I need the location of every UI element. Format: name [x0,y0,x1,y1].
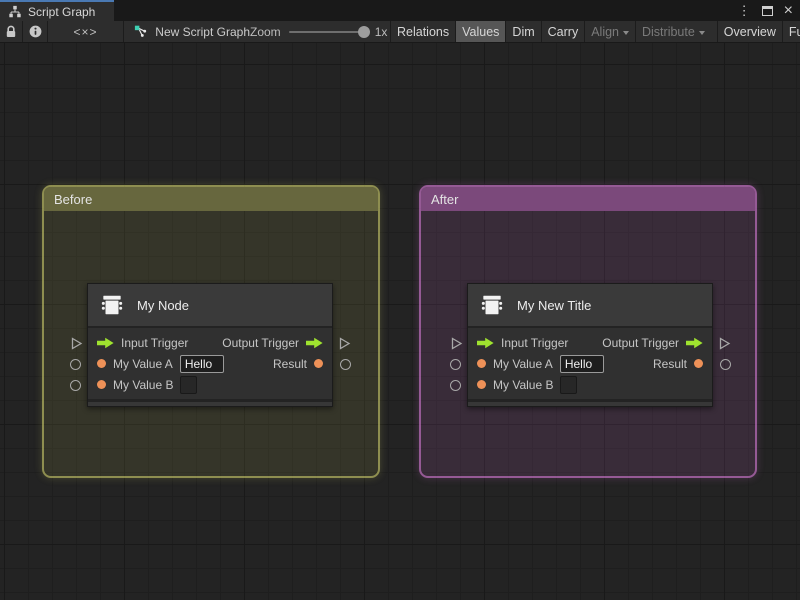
port-label: Input Trigger [121,335,189,350]
flow-arrow-icon[interactable] [477,337,494,349]
value-dot-icon[interactable] [97,380,106,389]
script-graph-icon [134,25,147,37]
value-dot-icon[interactable] [477,359,486,368]
port-label: Input Trigger [501,335,569,350]
value-b-input[interactable] [180,375,198,394]
toolbar-button-relations[interactable]: Relations [390,21,455,42]
info-button[interactable] [23,21,48,42]
flow-port-triangle-icon [451,337,463,350]
value-output-port-result[interactable] [720,359,731,370]
tab-label: Script Graph [28,4,96,19]
value-dot-icon[interactable] [314,359,323,368]
port-label: Result [652,356,687,371]
window-controls: ⋮ × [738,0,793,21]
group-after-header[interactable]: After [421,187,755,211]
value-dot-icon[interactable] [97,359,106,368]
port-row-value-b: My Value B [468,374,712,395]
flow-arrow-icon[interactable] [686,337,703,349]
node-port-area: Input Trigger Output Trigger My Value A … [88,328,332,399]
toolbar-button-dim[interactable]: Dim [505,21,540,42]
node-header[interactable]: My Node [88,284,332,328]
port-label: Result [272,356,307,371]
value-input-port-a[interactable] [450,359,461,370]
node-box[interactable]: My Node Input Trigger Output Trigger My … [87,283,333,407]
toolbar-button-align[interactable]: Align [584,21,635,42]
port-row-trigger: Input Trigger Output Trigger [88,332,332,353]
flow-input-port[interactable] [70,337,83,355]
toolbar-button-carry[interactable]: Carry [540,21,585,42]
flow-output-port[interactable] [718,337,731,355]
node-port-area: Input Trigger Output Trigger My Value A … [468,328,712,399]
value-dot-icon[interactable] [477,380,486,389]
node-box[interactable]: My New Title Input Trigger Output Trigge… [467,283,713,407]
toolbar-button-overview[interactable]: Overview [716,21,782,42]
zoom-label: Zoom [250,24,281,39]
port-label: My Value A [493,356,553,371]
value-a-input[interactable] [179,354,224,373]
toolbar-button-full-screen[interactable]: Full Screen [781,21,800,42]
close-icon[interactable]: × [784,2,793,19]
flow-port-triangle-icon [71,337,83,350]
group-before-header[interactable]: Before [44,187,378,211]
value-a-input[interactable] [559,354,604,373]
unit-node-icon [481,295,503,315]
port-row-value-a: My Value A Result [468,353,712,374]
menu-icon[interactable]: ⋮ [738,4,751,17]
port-label: My Value A [113,356,173,371]
unity-script-graph-window: Script Graph ⋮ × <×> New Script Graph Zo… [0,0,800,600]
info-icon [29,25,41,38]
port-label: Output Trigger [222,335,299,350]
value-dot-icon[interactable] [694,359,703,368]
value-b-input[interactable] [560,375,578,394]
zoom-slider-handle[interactable] [357,25,370,38]
port-row-trigger: Input Trigger Output Trigger [468,332,712,353]
group-title: After [431,191,459,207]
node-title: My Node [137,297,190,313]
zoom-value: 1x [374,24,388,39]
graph-title[interactable]: New Script Graph [124,21,250,42]
flow-arrow-icon[interactable] [306,337,323,349]
toolbar-button-distribute[interactable]: Distribute [635,21,711,42]
node-header[interactable]: My New Title [468,284,712,328]
lock-button[interactable] [0,21,23,42]
port-label: My Value B [113,377,174,392]
flow-arrow-icon[interactable] [97,337,114,349]
flow-port-triangle-icon [719,337,731,350]
port-row-value-a: My Value A Result [88,353,332,374]
port-label: My Value B [493,377,554,392]
graph-name-label: New Script Graph [155,24,250,39]
graph-canvas[interactable]: Before After My Node Input Trigger Outpu… [0,43,800,600]
node-footer [468,399,712,406]
zoom-control: Zoom 1x [250,21,390,42]
maximize-icon[interactable] [761,5,773,16]
code-icon: <×> [73,24,98,39]
node-my-new-title[interactable]: My New Title Input Trigger Output Trigge… [450,283,731,407]
graph-hierarchy-icon [9,5,21,17]
node-footer [88,399,332,406]
chevron-down-icon [698,30,705,35]
port-row-value-b: My Value B [88,374,332,395]
port-label: Output Trigger [602,335,679,350]
node-my-node[interactable]: My Node Input Trigger Output Trigger My … [70,283,351,407]
flow-port-triangle-icon [339,337,351,350]
toolbar-right-buttons: Relations Values Dim Carry Align Distrib… [390,21,800,42]
zoom-slider[interactable] [288,25,370,38]
group-title: Before [54,191,93,207]
graph-toolbar: <×> New Script Graph Zoom 1x Relations V… [0,21,800,43]
flow-output-port[interactable] [338,337,351,355]
tab-script-graph[interactable]: Script Graph [0,0,114,21]
flow-input-port[interactable] [450,337,463,355]
value-output-port-result[interactable] [340,359,351,370]
value-input-port-b[interactable] [70,380,81,391]
lock-icon [6,25,16,37]
unit-node-icon [101,295,123,315]
toolbar-button-values[interactable]: Values [455,21,506,42]
tab-bar: Script Graph ⋮ × [0,0,800,21]
value-input-port-b[interactable] [450,380,461,391]
node-title: My New Title [517,297,592,313]
value-input-port-a[interactable] [70,359,81,370]
chevron-down-icon [623,30,629,35]
edit-code-button[interactable]: <×> [48,21,124,42]
